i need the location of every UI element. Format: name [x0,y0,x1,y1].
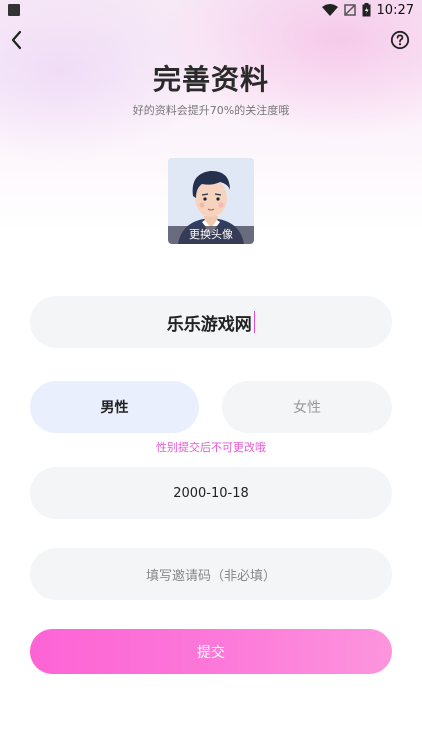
change-avatar-label: 更换头像 [168,226,254,244]
help-icon[interactable] [390,30,410,50]
submit-label: 提交 [197,644,225,661]
gender-female-label: 女性 [293,400,321,416]
wifi-icon [321,4,338,16]
page-subtitle: 好的资料会提升70%的关注度哦 [132,104,290,117]
nickname-field[interactable]: 乐乐游戏网 [30,296,392,348]
back-arrow-icon[interactable] [6,26,28,54]
birthday-field[interactable]: 2000-10-18 [30,467,392,519]
gender-male-button[interactable]: 男性 [30,381,199,433]
clock: 10:27 [376,2,414,18]
gender-male-label: 男性 [100,400,129,416]
notification-icon [8,4,20,16]
battery-icon [362,3,371,17]
status-bar: 10:27 [0,0,422,20]
text-cursor [253,311,256,333]
avatar-picker[interactable]: 更换头像 [168,158,254,244]
invite-code-placeholder: 填写邀请码（非必填） [145,568,276,584]
page-title: 完善资料 [152,63,269,96]
status-icons: 10:27 [321,2,414,18]
invite-code-field[interactable]: 填写邀请码（非必填） [30,548,392,600]
nickname-value: 乐乐游戏网 [166,314,252,335]
birthday-value: 2000-10-18 [173,485,249,501]
gender-female-button[interactable]: 女性 [222,381,392,433]
submit-button[interactable]: 提交 [30,629,392,674]
gender-note: 性别提交后不可更改哦 [156,441,266,454]
no-sim-icon [343,4,356,16]
nav-bar [0,24,422,56]
